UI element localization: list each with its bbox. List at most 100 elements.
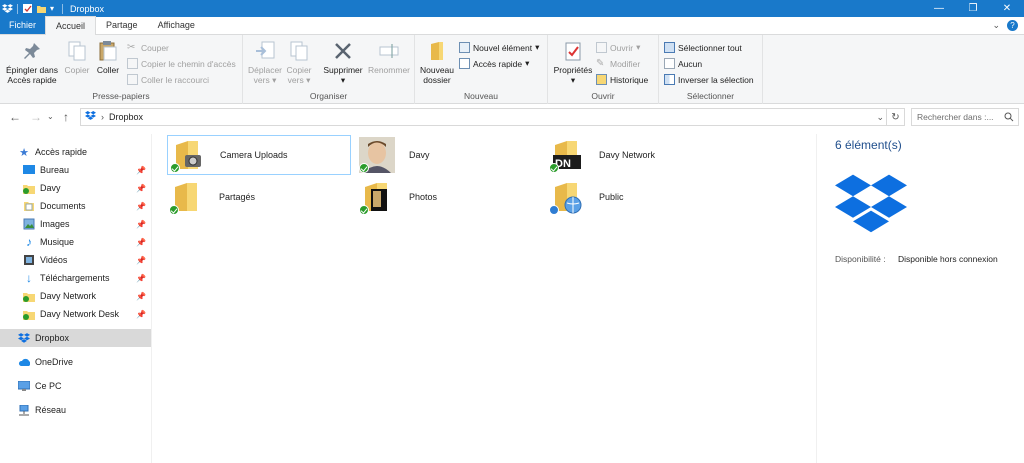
move-to-button[interactable]: Déplacer vers ▾ <box>248 39 282 85</box>
history-button[interactable]: Historique <box>596 72 648 87</box>
videos-icon <box>23 254 35 266</box>
file-list: Camera Uploads Davy DN Davy Network Part… <box>152 134 816 463</box>
clipboard-group: Épingler dans Accès rapide Copier Coller… <box>0 35 243 104</box>
folder-photos[interactable]: Photos <box>357 177 547 217</box>
nav-item-telechargements[interactable]: ↓ Téléchargements 📌 <box>0 269 151 287</box>
search-icon <box>1004 112 1014 124</box>
history-icon <box>596 74 607 85</box>
edit-button[interactable]: ✎ Modifier <box>596 56 640 71</box>
davy-network-folder-icon: DN <box>549 137 585 173</box>
delete-button[interactable]: Supprimer ▾ <box>320 39 366 85</box>
qat-dropdown-icon[interactable]: ▾ <box>50 3 58 14</box>
availability-label: Disponibilité : <box>835 254 886 264</box>
back-arrow-icon[interactable]: ← <box>9 110 21 124</box>
copy-icon <box>65 39 89 63</box>
cut-button[interactable]: ✂ Couper <box>127 40 169 55</box>
close-button[interactable]: ✕ <box>990 0 1024 17</box>
copy-to-button[interactable]: Copier vers ▾ <box>283 39 315 85</box>
synced-badge-icon <box>170 163 180 173</box>
select-all-button[interactable]: Sélectionner tout <box>664 40 742 55</box>
nav-item-videos[interactable]: Vidéos 📌 <box>0 251 151 269</box>
desktop-icon <box>23 164 35 176</box>
paste-icon <box>96 39 120 63</box>
maximize-button[interactable]: ❐ <box>956 0 990 17</box>
breadcrumb-dropbox[interactable]: Dropbox <box>109 112 143 122</box>
folder-public[interactable]: Public <box>547 177 737 217</box>
documents-icon <box>23 200 35 212</box>
pin-quick-access-button[interactable]: Épingler dans Accès rapide <box>4 39 60 85</box>
minimize-button[interactable]: — <box>922 0 956 17</box>
syncing-badge-icon <box>549 205 559 215</box>
nav-dropbox[interactable]: Dropbox <box>0 329 151 347</box>
pin-icon: 📌 <box>136 273 146 283</box>
paste-shortcut-button[interactable]: Coller le raccourci <box>127 72 209 87</box>
up-arrow-icon[interactable]: ↑ <box>63 110 69 124</box>
open-group-label: Ouvrir <box>591 91 615 101</box>
folder-davy-network[interactable]: DN Davy Network <box>547 135 737 175</box>
public-folder-icon <box>549 179 585 215</box>
nav-item-davy-network-desk[interactable]: Davy Network Desk 📌 <box>0 305 151 323</box>
nav-item-musique[interactable]: ♪ Musique 📌 <box>0 233 151 251</box>
rename-button[interactable]: Renommer <box>367 39 411 75</box>
tab-share[interactable]: Partage <box>96 16 148 34</box>
new-folder-qat-icon[interactable] <box>36 3 47 14</box>
select-none-icon <box>664 58 675 69</box>
new-folder-icon <box>425 39 449 63</box>
organize-group: Déplacer vers ▾ Copier vers ▾ Supprimer … <box>243 35 415 104</box>
availability-value: Disponible hors connexion <box>898 254 998 264</box>
pin-icon <box>20 39 44 63</box>
paste-button[interactable]: Coller <box>95 39 121 75</box>
organize-group-label: Organiser <box>309 91 348 101</box>
clipboard-group-label: Presse-papiers <box>92 91 150 101</box>
copy-path-button[interactable]: Copier le chemin d'accès <box>127 56 236 71</box>
breadcrumb-separator-icon[interactable]: › <box>101 112 104 122</box>
pin-icon: 📌 <box>136 201 146 211</box>
details-pane: 6 élément(s) Disponibilité : Disponible … <box>816 134 1024 463</box>
address-bar[interactable]: › Dropbox ⌄ <box>80 108 887 126</box>
help-icon[interactable]: ? <box>1007 20 1018 31</box>
open-button[interactable]: Ouvrir ▾ <box>596 40 640 55</box>
rename-icon <box>377 39 401 63</box>
star-icon: ★ <box>19 146 29 159</box>
nav-this-pc[interactable]: Ce PC <box>0 377 151 395</box>
invert-selection-button[interactable]: Inverser la sélection <box>664 72 754 87</box>
ribbon-collapse-icon[interactable]: ⌄ <box>992 20 1000 31</box>
pin-icon: 📌 <box>136 237 146 247</box>
nav-item-documents[interactable]: Documents 📌 <box>0 197 151 215</box>
properties-qat-icon[interactable] <box>22 3 33 14</box>
new-folder-button[interactable]: Nouveau dossier <box>418 39 456 85</box>
dropbox-icon <box>18 332 30 344</box>
network-icon <box>18 404 30 416</box>
easy-access-button[interactable]: Accès rapide ▾ <box>459 56 529 71</box>
properties-button[interactable]: Propriétés ▾ <box>552 39 594 85</box>
refresh-button[interactable]: ↻ <box>887 108 905 126</box>
folder-camera-uploads[interactable]: Camera Uploads <box>167 135 351 175</box>
nav-item-davy[interactable]: Davy 📌 <box>0 179 151 197</box>
nav-item-davy-network[interactable]: Davy Network 📌 <box>0 287 151 305</box>
folder-davy[interactable]: Davy <box>357 135 547 175</box>
folder-sync-icon <box>23 182 35 194</box>
new-item-button[interactable]: Nouvel élément ▾ <box>459 40 539 55</box>
tab-file[interactable]: Fichier <box>0 16 46 34</box>
folder-partages[interactable]: Partagés <box>167 177 357 217</box>
nav-network[interactable]: Réseau <box>0 401 151 419</box>
address-dropdown-icon[interactable]: ⌄ <box>876 112 884 123</box>
copy-button[interactable]: Copier <box>63 39 91 75</box>
copy-path-icon <box>127 58 138 69</box>
search-input[interactable]: Rechercher dans :... <box>911 108 1019 126</box>
tab-home[interactable]: Accueil <box>45 16 97 35</box>
ribbon: Épingler dans Accès rapide Copier Coller… <box>0 35 1024 104</box>
recent-locations-icon[interactable]: ⌄ <box>47 112 54 121</box>
item-count: 6 élément(s) <box>835 138 902 152</box>
nav-onedrive[interactable]: OneDrive <box>0 353 151 371</box>
nav-item-images[interactable]: Images 📌 <box>0 215 151 233</box>
nav-quick-access[interactable]: ★ Accès rapide <box>0 143 151 161</box>
nav-item-bureau[interactable]: Bureau 📌 <box>0 161 151 179</box>
forward-arrow-icon[interactable]: → <box>30 110 42 124</box>
tab-view[interactable]: Affichage <box>148 16 205 34</box>
music-icon: ♪ <box>26 235 32 249</box>
pin-icon: 📌 <box>136 165 146 175</box>
pin-icon: 📌 <box>136 255 146 265</box>
select-none-button[interactable]: Aucun <box>664 56 702 71</box>
paste-shortcut-icon <box>127 74 138 85</box>
